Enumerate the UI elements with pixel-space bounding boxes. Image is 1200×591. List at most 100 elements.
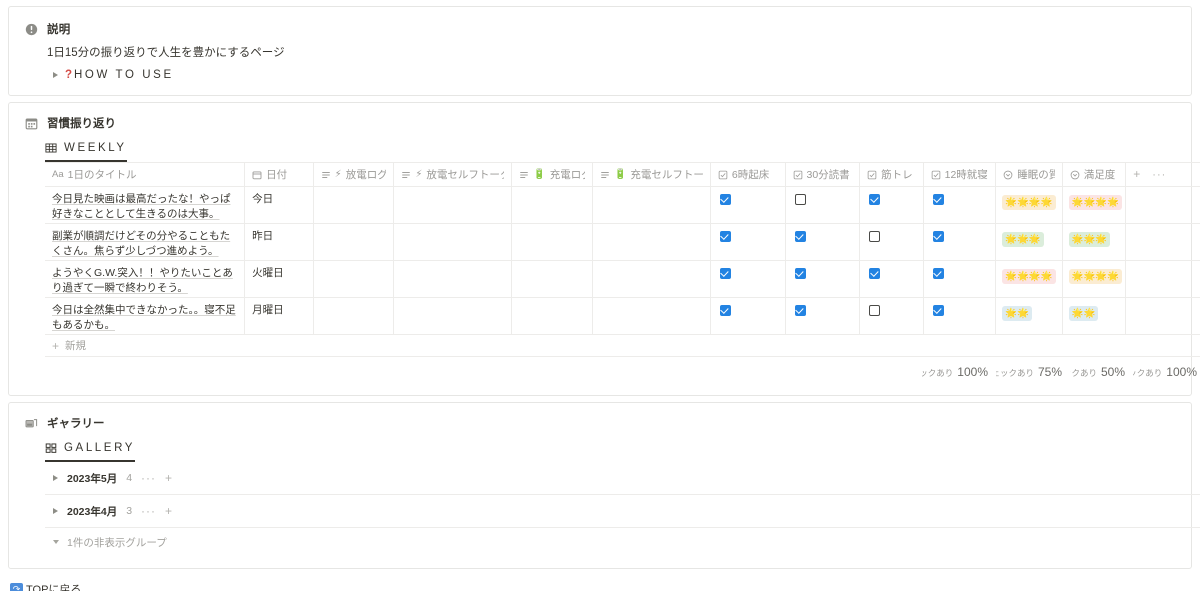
column-header-add[interactable]: + ··· (1125, 162, 1200, 188)
cell-date[interactable]: 昨日 (244, 223, 314, 262)
empty-cell[interactable] (593, 224, 710, 229)
empty-cell[interactable] (314, 224, 394, 229)
cell-date[interactable]: 月曜日 (244, 297, 314, 336)
cell-muscle[interactable] (859, 223, 924, 262)
cell-read30[interactable] (785, 223, 861, 262)
cell-disc_log[interactable] (313, 260, 395, 299)
cell-add[interactable] (1125, 297, 1200, 336)
cell-read30[interactable] (785, 260, 861, 299)
add-column-button[interactable]: + (1133, 168, 1140, 181)
column-header-wake6[interactable]: 6時起床 (710, 162, 786, 188)
chevron-right-icon[interactable] (53, 508, 58, 515)
cell-quality[interactable]: 🌟🌟🌟🌟 (995, 186, 1063, 225)
cell-title[interactable]: 副業が順調だけどその分やることもたくさん。焦らず少しづつ進めよう。 (45, 223, 246, 262)
row-title[interactable]: 副業が順調だけどその分やることもたくさん。焦らず少しづつ進めよう。 (52, 230, 230, 257)
empty-cell[interactable] (512, 261, 592, 266)
cell-sleep12[interactable] (923, 297, 997, 336)
checkbox-muscle[interactable] (869, 305, 881, 317)
cell-satisf[interactable]: 🌟🌟🌟🌟 (1062, 186, 1127, 225)
howto-toggle[interactable]: ? HOW TO USE (9, 62, 1191, 81)
checkbox-read30[interactable] (794, 231, 806, 243)
row-date[interactable]: 昨日 (245, 224, 313, 244)
empty-cell[interactable] (314, 187, 394, 192)
star-tag-quality[interactable]: 🌟🌟🌟 (1002, 232, 1044, 248)
cell-read30[interactable] (785, 297, 861, 336)
cell-sleep12[interactable] (923, 223, 997, 262)
column-header-chg_log[interactable]: 🔋充電ログ (511, 162, 593, 188)
cell-chg_log[interactable] (511, 297, 593, 336)
cell-satisf[interactable]: 🌟🌟🌟 (1062, 223, 1127, 262)
cell-add[interactable] (1125, 223, 1200, 262)
gallery-group[interactable]: 2023年4月 3 ··· + (45, 495, 1200, 529)
cell-wake6[interactable] (710, 223, 786, 262)
cell-disc_self[interactable] (393, 260, 513, 299)
cell-disc_log[interactable] (313, 186, 395, 225)
cell-quality[interactable]: 🌟🌟🌟🌟 (995, 260, 1063, 299)
checkbox-muscle[interactable] (869, 194, 881, 206)
checkbox-read30[interactable] (794, 194, 806, 206)
chevron-right-icon[interactable] (53, 475, 58, 482)
column-header-disc_log[interactable]: ⚡ 放電ログ (313, 162, 395, 188)
checkbox-read30[interactable] (794, 268, 806, 280)
top-link[interactable]: ↷ TOPに戻る (10, 581, 1200, 591)
empty-cell[interactable] (512, 298, 592, 303)
cell-chg_self[interactable] (592, 186, 711, 225)
cell-satisf[interactable]: 🌟🌟 (1062, 297, 1127, 336)
aggregation-sleep12[interactable]: ェックあり100% (1133, 365, 1200, 379)
checkbox-sleep12[interactable] (932, 231, 944, 243)
cell-date[interactable]: 今日 (244, 186, 314, 225)
checkbox-sleep12[interactable] (932, 194, 944, 206)
column-header-quality[interactable]: 睡眠の質 (995, 162, 1063, 188)
cell-muscle[interactable] (859, 260, 924, 299)
star-tag-satisf[interactable]: 🌟🌟🌟🌟 (1068, 195, 1123, 211)
cell-sleep12[interactable] (923, 260, 997, 299)
cell-chg_self[interactable] (592, 260, 711, 299)
checkbox-read30[interactable] (794, 305, 806, 317)
tab-gallery[interactable]: GALLERY (45, 442, 136, 463)
cell-chg_self[interactable] (592, 297, 711, 336)
table-row[interactable]: 今日見た映画は最高だったな！やっぱ好きなこととして生きるのは大事。 今日 🌟🌟🌟🌟 🌟… (45, 186, 1200, 225)
cell-wake6[interactable] (710, 260, 786, 299)
cell-sleep12[interactable] (923, 186, 997, 225)
cell-date[interactable]: 火曜日 (244, 260, 314, 299)
empty-cell[interactable] (512, 187, 592, 192)
empty-cell[interactable] (512, 224, 592, 229)
cell-add[interactable] (1125, 260, 1200, 299)
empty-cell[interactable] (314, 298, 394, 303)
row-title[interactable]: ようやくG.W.突入！！やりたいことあり過ぎて一瞬で終わりそう。 (52, 267, 233, 294)
cell-disc_self[interactable] (393, 223, 513, 262)
column-header-muscle[interactable]: 筋トレ (859, 162, 924, 188)
column-header-read30[interactable]: 30分読書 (785, 162, 861, 188)
cell-title[interactable]: 今日は全然集中できなかった。。寝不足もあるかも。 (45, 297, 246, 336)
empty-cell[interactable] (593, 261, 710, 266)
checkbox-muscle[interactable] (869, 268, 881, 280)
column-header-sleep12[interactable]: 12時就寝 (923, 162, 997, 188)
aggregation-read30[interactable]: チェックあり75% (996, 365, 1070, 379)
column-header-chg_self[interactable]: 🔋充電セルフトーク (592, 162, 711, 188)
aggregation-muscle[interactable]: チェックあり50% (1070, 365, 1133, 379)
aggregation-wake6[interactable]: ェックあり100% (922, 365, 996, 379)
cell-disc_self[interactable] (393, 186, 513, 225)
empty-cell[interactable] (394, 187, 511, 192)
cell-quality[interactable]: 🌟🌟🌟 (995, 223, 1063, 262)
cell-muscle[interactable] (859, 297, 924, 336)
empty-cell[interactable] (593, 187, 710, 192)
checkbox-wake6[interactable] (719, 231, 731, 243)
new-row-button[interactable]: + 新規 (45, 335, 1200, 358)
checkbox-muscle[interactable] (869, 231, 881, 243)
cell-muscle[interactable] (859, 186, 924, 225)
row-title[interactable]: 今日見た映画は最高だったな！やっぱ好きなこととして生きるのは大事。 (52, 193, 231, 220)
star-tag-quality[interactable]: 🌟🌟🌟🌟 (1002, 195, 1056, 211)
row-date[interactable]: 今日 (245, 187, 313, 207)
checkbox-wake6[interactable] (719, 194, 731, 206)
checkbox-sleep12[interactable] (932, 305, 944, 317)
cell-add[interactable] (1125, 186, 1200, 225)
empty-cell[interactable] (1126, 298, 1200, 303)
star-tag-quality[interactable]: 🌟🌟 (1002, 306, 1032, 322)
cell-quality[interactable]: 🌟🌟 (995, 297, 1063, 336)
empty-cell[interactable] (1126, 224, 1200, 229)
table-row[interactable]: 今日は全然集中できなかった。。寝不足もあるかも。 月曜日 🌟🌟 🌟🌟 (45, 297, 1200, 336)
cell-wake6[interactable] (710, 297, 786, 336)
row-date[interactable]: 月曜日 (245, 298, 313, 318)
empty-cell[interactable] (1126, 187, 1200, 192)
